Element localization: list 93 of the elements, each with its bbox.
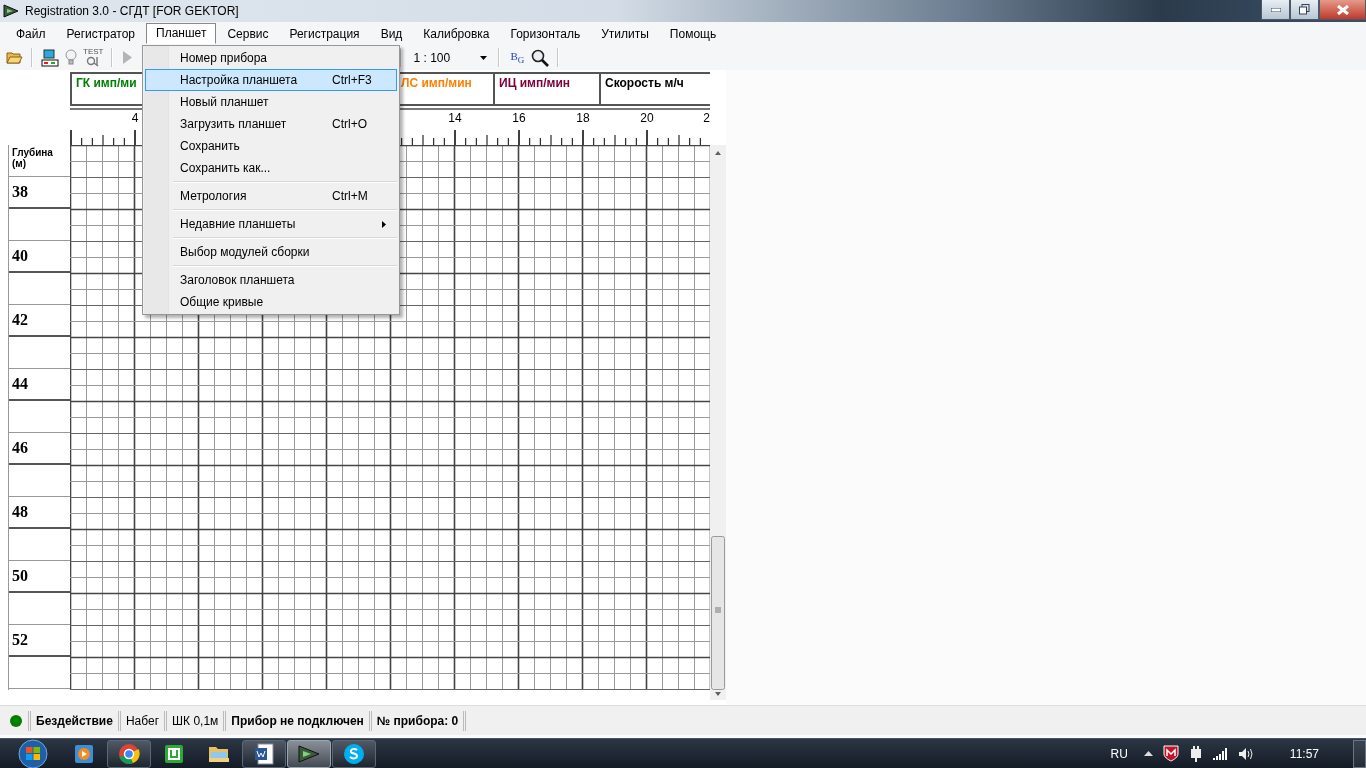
vertical-scrollbar[interactable] — [710, 145, 726, 700]
submenu-arrow-icon — [382, 221, 386, 228]
up-arrow-icon[interactable] — [1143, 751, 1153, 756]
menu-entry[interactable]: Номер прибора — [145, 47, 397, 69]
scale-label: 4 — [131, 111, 139, 125]
taskbar-button[interactable] — [287, 739, 331, 768]
menu-entry[interactable]: Заголовок планшета — [145, 269, 397, 291]
status-field: Прибор не подключен — [223, 710, 369, 731]
menu-entry[interactable]: Настройка планшета Ctrl+F3 — [145, 69, 397, 91]
taskbar-button[interactable] — [242, 739, 286, 768]
menu-item[interactable]: Утилиты — [591, 23, 659, 44]
menu-entry[interactable]: Выбор модулей сборки — [145, 241, 397, 263]
track-header: ИЦ имп/мин — [495, 74, 601, 104]
shortcut-label: Ctrl+M — [332, 189, 368, 203]
menu-entry-label: Заголовок планшета — [180, 273, 296, 287]
menu-item[interactable]: Планшет — [146, 23, 217, 44]
minimize-button[interactable] — [1261, 0, 1290, 20]
menu-item[interactable]: Файл — [6, 23, 56, 44]
power-plug-icon[interactable] — [1188, 745, 1203, 762]
menu-entry[interactable]: Общие кривые — [145, 291, 397, 313]
volume-icon[interactable] — [1237, 746, 1254, 761]
close-button[interactable] — [1319, 0, 1366, 20]
taskbar-button[interactable] — [107, 739, 151, 768]
wrench-icon — [86, 56, 101, 67]
menu-entry-label: Сохранить как... — [180, 161, 272, 175]
depth-label: 52 — [12, 631, 28, 649]
menu-item[interactable]: Помощь — [659, 23, 727, 44]
menu-entry[interactable]: Сохранить — [145, 135, 397, 157]
menu-entry-label: Номер прибора — [180, 51, 269, 65]
menu-entry-label: Общие кривые — [180, 295, 265, 309]
menu-item[interactable]: Горизонталь — [500, 23, 591, 44]
menu-entry-label: Метрология — [180, 189, 248, 203]
scale-label: 18 — [576, 111, 590, 125]
depth-label: 40 — [12, 247, 28, 265]
search-icon[interactable] — [531, 48, 550, 67]
menu-entry-label: Загрузить планшет — [180, 117, 288, 131]
torrent-icon[interactable] — [164, 743, 184, 764]
track-header: Скорость м/ч — [604, 75, 685, 92]
scale-label: 14 — [448, 111, 462, 125]
dropdown-arrow-icon — [480, 55, 488, 60]
minimize-icon — [1270, 7, 1281, 12]
language-indicator[interactable]: RU — [1110, 746, 1128, 761]
computer-icon[interactable] — [41, 48, 59, 67]
depth-label: 48 — [12, 503, 28, 521]
signal-icon[interactable] — [1212, 747, 1228, 760]
depth-label: 44 — [12, 375, 28, 393]
media-player-icon[interactable] — [74, 743, 94, 764]
toolbar-button[interactable]: B$_{G}$ — [508, 49, 527, 66]
close-icon — [1336, 4, 1349, 15]
app-icon — [3, 4, 19, 18]
scale-label: 2 — [703, 111, 710, 125]
scale-label: 20 — [640, 111, 654, 125]
document-icon — [254, 742, 274, 765]
menu-entry[interactable]: Загрузить планшет Ctrl+O — [145, 113, 397, 135]
menu-item[interactable]: Сервис — [217, 23, 279, 44]
menu-entry[interactable]: Недавние планшеты — [145, 213, 397, 235]
menu-item[interactable]: Калибровка — [413, 23, 500, 44]
menu-entry[interactable]: Метрология Ctrl+M — [145, 185, 397, 207]
menu-entry-label: Сохранить — [180, 139, 241, 153]
test-button[interactable]: TEST — [83, 48, 104, 67]
status-field: Набег — [117, 710, 165, 731]
show-desktop-button[interactable] — [1353, 739, 1366, 768]
shortcut-label: Ctrl+O — [332, 117, 367, 131]
window-title: Registration 3.0 - СГДТ [FOR GEKTOR] — [25, 4, 239, 18]
menu-entry-label: Недавние планшеты — [180, 217, 297, 231]
dropdown-menu[interactable]: Номер прибора Настройка планшета Ctrl+F3 Новый планшет Загрузить планшет Ctrl+O Сохранить Сохранить как... Метрология Ctrl+M Недавние планшеты Выбор модулей сборки Заголовок планшета Общие кривые — [142, 45, 400, 315]
start-button[interactable] — [18, 738, 48, 768]
chat-icon — [343, 742, 365, 765]
restore-icon — [1299, 4, 1310, 15]
scale-value: 1 : 100 — [413, 50, 451, 65]
depth-header: Глубина (м) — [9, 145, 70, 177]
menu-item[interactable]: Регистрация — [279, 23, 370, 44]
browser-icon — [118, 742, 140, 765]
depth-label: 42 — [12, 311, 28, 329]
depth-label: 46 — [12, 439, 28, 457]
menu-item[interactable]: Вид — [370, 23, 413, 44]
menu-entry[interactable]: Сохранить как... — [145, 157, 397, 179]
depth-label: 38 — [12, 183, 28, 201]
shield-icon[interactable] — [1162, 745, 1179, 762]
shortcut-label: Ctrl+F3 — [332, 73, 372, 87]
taskbar-button[interactable] — [332, 739, 376, 768]
menu-entry-label: Выбор модулей сборки — [180, 245, 311, 259]
status-field: № прибора: 0 — [368, 710, 464, 731]
status-field: ШК 0,1м — [164, 710, 224, 731]
app-icon — [298, 744, 320, 763]
restore-button[interactable] — [1290, 0, 1319, 20]
menu-item[interactable]: Регистратор — [56, 23, 146, 44]
status-field: Бездействие — [28, 710, 118, 731]
menu-entry-label: Настройка планшета — [180, 73, 299, 87]
lightbulb-icon[interactable] — [64, 49, 78, 66]
scale-label: 16 — [512, 111, 526, 125]
depth-label: 50 — [12, 567, 28, 585]
clock[interactable]: 11:57 — [1289, 746, 1319, 761]
